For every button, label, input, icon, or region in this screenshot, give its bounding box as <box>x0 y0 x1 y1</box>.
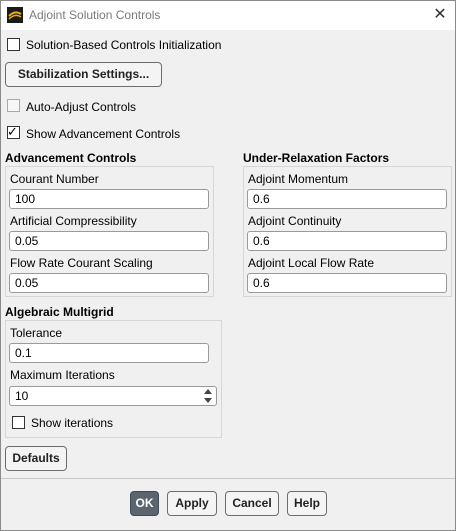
show-iterations-checkbox[interactable] <box>12 416 25 429</box>
algebraic-multigrid-title: Algebraic Multigrid <box>5 305 114 319</box>
defaults-button[interactable]: Defaults <box>5 446 67 471</box>
tolerance-input[interactable]: 0.1 <box>9 343 209 363</box>
adjoint-local-flow-rate-input[interactable]: 0.6 <box>247 273 447 293</box>
artificial-compressibility-label: Artificial Compressibility <box>10 214 137 228</box>
courant-number-label: Courant Number <box>10 172 99 186</box>
maximum-iterations-label: Maximum Iterations <box>10 368 115 382</box>
window-title: Adjoint Solution Controls <box>29 8 161 22</box>
auto-adjust-checkbox[interactable] <box>7 99 20 112</box>
maximum-iterations-stepper[interactable]: 10 <box>9 386 217 406</box>
show-advancement-label: Show Advancement Controls <box>26 127 181 141</box>
advancement-controls-title: Advancement Controls <box>5 151 137 165</box>
stabilization-settings-button[interactable]: Stabilization Settings... <box>5 62 162 87</box>
apply-button[interactable]: Apply <box>167 491 217 516</box>
dialog-window: Adjoint Solution Controls ✕ Solution-Bas… <box>0 0 456 531</box>
help-button[interactable]: Help <box>287 491 327 516</box>
close-icon[interactable]: ✕ <box>429 5 451 25</box>
ansys-fluent-icon <box>7 7 23 23</box>
show-iterations-label: Show iterations <box>31 416 114 430</box>
spin-up-icon[interactable] <box>204 389 212 394</box>
adjoint-local-flow-rate-label: Adjoint Local Flow Rate <box>248 256 375 270</box>
title-bar: Adjoint Solution Controls ✕ <box>1 1 455 30</box>
tolerance-label: Tolerance <box>10 326 63 340</box>
solution-init-checkbox[interactable] <box>7 38 20 51</box>
footer-separator <box>1 478 455 479</box>
flow-rate-courant-scaling-input[interactable]: 0.05 <box>9 273 209 293</box>
adjoint-momentum-label: Adjoint Momentum <box>248 172 349 186</box>
show-advancement-checkbox[interactable]: ✓ <box>7 124 20 139</box>
auto-adjust-label: Auto-Adjust Controls <box>26 100 137 114</box>
checkmark-icon: ✓ <box>7 124 18 139</box>
iterations-spinner[interactable] <box>203 386 215 406</box>
adjoint-continuity-input[interactable]: 0.6 <box>247 231 447 251</box>
courant-number-input[interactable]: 100 <box>9 189 209 209</box>
spin-down-icon[interactable] <box>204 398 212 403</box>
solution-init-label: Solution-Based Controls Initialization <box>26 38 222 52</box>
adjoint-continuity-label: Adjoint Continuity <box>248 214 342 228</box>
artificial-compressibility-input[interactable]: 0.05 <box>9 231 209 251</box>
adjoint-momentum-input[interactable]: 0.6 <box>247 189 447 209</box>
cancel-button[interactable]: Cancel <box>225 491 279 516</box>
flow-rate-courant-scaling-label: Flow Rate Courant Scaling <box>10 256 153 270</box>
ok-button[interactable]: OK <box>130 491 159 516</box>
under-relaxation-title: Under-Relaxation Factors <box>243 151 390 165</box>
